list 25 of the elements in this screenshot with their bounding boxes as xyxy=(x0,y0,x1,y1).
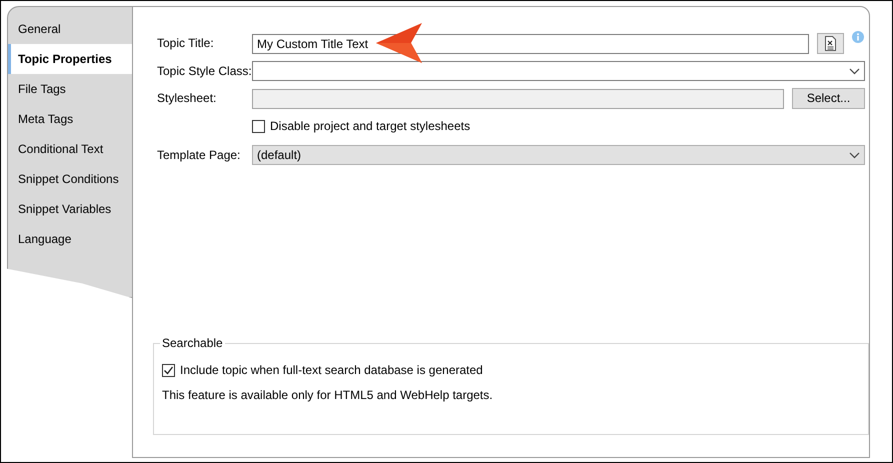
expression-button[interactable] xyxy=(817,33,844,54)
tab[interactable]: Snippet Conditions xyxy=(8,164,133,194)
chevron-icon xyxy=(849,152,860,158)
tab[interactable]: File Tags xyxy=(8,74,133,104)
checkbox-label: Disable project and target stylesheets xyxy=(270,118,470,134)
callout-arrow xyxy=(376,22,424,64)
tab[interactable]: Meta Tags xyxy=(8,104,133,134)
checkbox-label: Include topic when full-text search database is generated xyxy=(180,362,483,378)
tab[interactable]: Language xyxy=(8,224,133,254)
checkbox[interactable] xyxy=(162,364,175,376)
tab[interactable]: General xyxy=(8,14,133,44)
style-class-dropdown[interactable] xyxy=(252,61,865,81)
note-text: This feature is available only for HTML5 and WebHelp targets. xyxy=(162,388,494,402)
tab[interactable]: Snippet Variables xyxy=(8,194,133,224)
field-label: Topic Style Class: xyxy=(157,64,252,78)
checkbox[interactable] xyxy=(252,120,265,132)
field-label: Template Page: xyxy=(157,148,242,162)
text-field[interactable]: My Custom Title Text xyxy=(252,34,809,54)
chevron-icon xyxy=(849,68,860,74)
group-title: Searchable xyxy=(160,336,225,350)
field-label: Topic Title: xyxy=(157,36,215,51)
tab[interactable]: Conditional Text xyxy=(8,134,133,164)
field-label: Stylesheet: xyxy=(157,91,218,106)
document-icon xyxy=(825,36,836,51)
tab[interactable]: Topic Properties xyxy=(8,44,133,74)
